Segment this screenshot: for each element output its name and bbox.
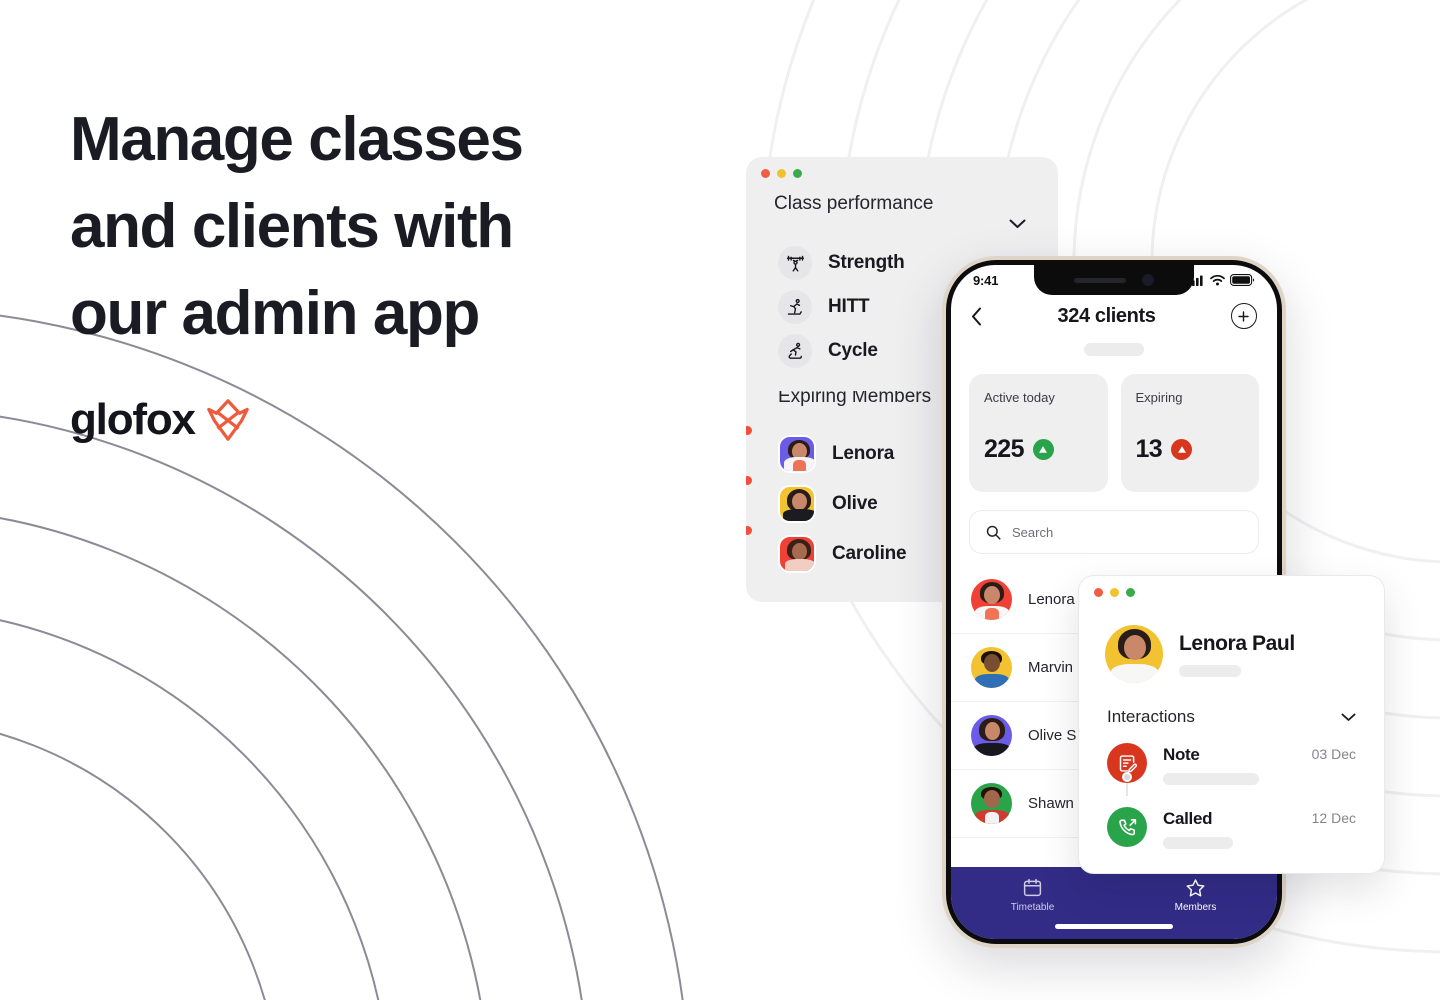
avatar [971,647,1012,688]
cycling-icon [778,334,812,368]
class-label: Strength [828,252,905,273]
search-input[interactable]: Search [969,510,1259,554]
page-title: Manage classes and clients with our admi… [70,96,690,357]
search-placeholder: Search [1012,524,1054,540]
client-name: Lenora [1028,591,1075,608]
treadmill-icon [778,290,812,324]
stat-card-active-today[interactable]: Active today 225 [969,374,1108,492]
client-name: Lenora Paul [1179,631,1295,655]
brand-logo: glofox [70,397,690,443]
list-item[interactable]: Called 12 Dec [1079,802,1384,854]
avatar [1105,625,1163,683]
client-name: Marvin [1028,659,1074,676]
search-icon [986,525,1001,540]
tab-label: Members [1174,902,1217,913]
stat-label: Expiring [1135,390,1183,405]
client-name: Shawn [1028,795,1074,812]
client-profile: Lenora Paul [1079,597,1384,683]
interaction-body: Note [1163,743,1296,785]
page-root: Manage classes and clients with our admi… [0,0,1440,1000]
trend-up-icon [1171,439,1193,460]
phone-notch [1034,265,1194,295]
avatar [971,783,1012,824]
chevron-down-icon[interactable] [1009,219,1026,229]
brand-wordmark: glofox [70,395,196,444]
headline-line-2: and clients with [70,192,514,261]
glofox-fox-icon [206,399,249,441]
headline-line-1: Manage classes [70,105,524,174]
skeleton-placeholder [1163,837,1233,849]
window-maximize-dot[interactable] [1126,588,1135,597]
avatar [971,579,1012,620]
window-close-dot[interactable] [1094,588,1103,597]
section-title: Expiring Members [778,391,932,407]
calendar-icon [1023,878,1042,897]
profile-text: Lenora Paul [1179,632,1295,677]
window-controls[interactable] [746,157,1058,178]
star-icon [1186,879,1205,897]
member-name: Lenora [832,443,895,464]
interactions-window: Lenora Paul Interactions Note 03 Dec Cal… [1078,575,1385,874]
skeleton-placeholder [1179,664,1241,677]
chevron-down-icon[interactable] [1341,713,1356,722]
skeleton-placeholder [1084,343,1144,356]
avatar [778,435,816,473]
member-name: Olive [832,493,878,514]
window-minimize-dot[interactable] [1110,588,1119,597]
home-indicator [1055,924,1173,929]
page-title: 324 clients [1057,304,1156,327]
headline-line-3: our admin app [70,279,480,348]
tab-members[interactable]: Members [1114,877,1277,913]
stat-cards: Active today 225 Expiring 13 [951,356,1277,492]
interaction-title: Called [1163,809,1213,828]
interaction-date: 03 Dec [1311,746,1356,762]
alert-dot [746,474,754,487]
interaction-body: Called [1163,807,1296,849]
class-performance-title: Class performance [774,193,934,214]
class-label: Cycle [828,340,878,361]
camera-icon [1142,274,1154,286]
avatar [778,485,816,523]
skeleton-placeholder [1163,773,1259,785]
avatar [971,715,1012,756]
interactions-section-header: Interactions [1079,683,1384,727]
window-minimize-dot[interactable] [777,169,786,178]
barbell-icon [778,246,812,280]
client-name: Olive S [1028,727,1077,744]
phone-outgoing-icon [1107,807,1147,847]
trend-up-icon [1032,439,1054,460]
stat-card-expiring[interactable]: Expiring 13 [1120,374,1259,492]
plus-icon [1238,310,1250,322]
status-icons [1188,274,1255,286]
alert-dot [746,424,754,437]
timeline-knob [1122,772,1132,782]
hero-copy: Manage classes and clients with our admi… [70,96,690,443]
member-name: Caroline [832,543,907,564]
stat-value: 13 [1135,435,1163,463]
status-time: 9:41 [973,272,999,288]
window-controls[interactable] [1079,576,1384,597]
app-header: 324 clients [951,303,1277,329]
list-item[interactable]: Note 03 Dec [1079,738,1384,790]
stat-value: 225 [984,435,1025,463]
window-close-dot[interactable] [761,169,770,178]
window-maximize-dot[interactable] [793,169,802,178]
alert-dot [746,524,754,537]
class-label: HITT [828,296,870,317]
speaker-icon [1074,277,1126,283]
battery-icon [1230,274,1255,286]
add-client-button[interactable] [1230,303,1257,329]
tab-bar: Timetable Members [951,867,1277,939]
chevron-left-icon[interactable] [971,307,982,326]
wifi-icon [1210,274,1225,285]
interaction-title: Note [1163,745,1200,764]
avatar [778,535,816,573]
interactions-list: Note 03 Dec Called 12 Dec [1079,727,1384,854]
interaction-date: 12 Dec [1311,810,1356,826]
section-title: Interactions [1107,707,1195,726]
tab-label: Timetable [1010,902,1055,913]
tab-timetable[interactable]: Timetable [951,877,1114,913]
stat-label: Active today [984,390,1055,405]
